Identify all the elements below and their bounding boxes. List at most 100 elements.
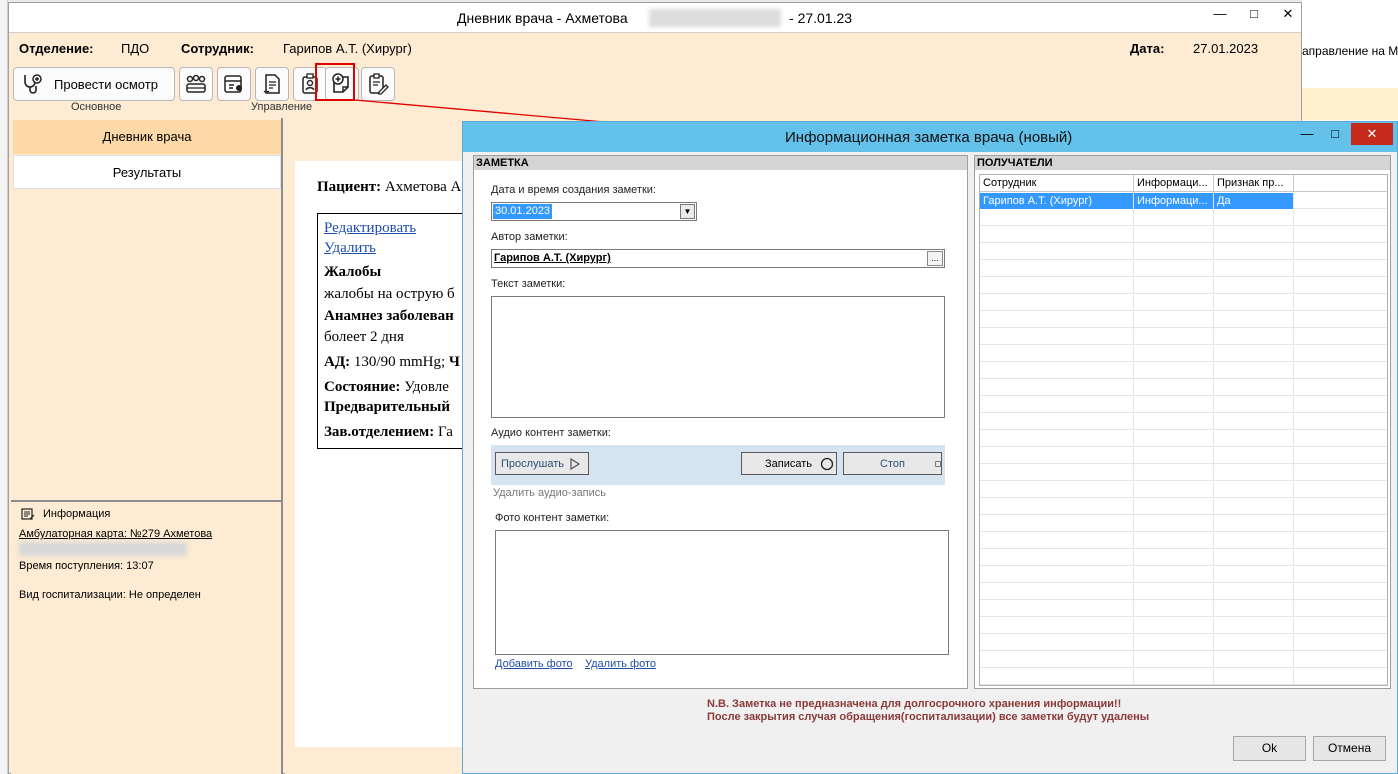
empty-grid-cell — [1134, 533, 1214, 549]
ambulatory-card-link[interactable]: Амбулаторная карта: №279 Ахметова — [19, 528, 212, 540]
empty-grid-cell — [1214, 380, 1294, 396]
stop-audio-label: Стоп — [880, 457, 905, 470]
delete-entry-link[interactable]: Удалить — [324, 240, 376, 257]
recipient-flag-cell: Да — [1214, 193, 1294, 209]
nav-item-results[interactable]: Результаты — [13, 155, 281, 189]
empty-grid-cell — [1214, 295, 1294, 311]
patient-card-button[interactable] — [217, 67, 251, 101]
recipient-employee-cell: Гарипов А.Т. (Хирург) — [980, 193, 1134, 209]
main-maximize-button[interactable]: □ — [1237, 3, 1271, 25]
empty-grid-cell — [1134, 652, 1214, 668]
empty-grid-row — [980, 329, 1387, 345]
main-close-button[interactable]: ✕ — [1271, 3, 1305, 25]
info-splitter[interactable] — [11, 500, 283, 502]
ok-button[interactable]: Ok — [1233, 736, 1306, 761]
column-header-flag[interactable]: Признак пр... — [1214, 175, 1294, 192]
recipients-panel: ПОЛУЧАТЕЛИ Сотрудник Информаци... Призна… — [974, 155, 1391, 689]
empty-grid-cell — [1214, 227, 1294, 243]
preliminary-label: Предварительный — [324, 399, 451, 415]
empty-grid-row — [980, 380, 1387, 396]
document-sign-button[interactable] — [255, 67, 289, 101]
chevron-down-icon[interactable]: ▼ — [680, 204, 695, 219]
cancel-button[interactable]: Отмена — [1313, 736, 1386, 761]
date-value: 27.01.2023 — [1193, 41, 1259, 56]
edit-entry-link[interactable]: Редактировать — [324, 220, 416, 237]
empty-grid-cell — [1294, 516, 1387, 532]
empty-grid-cell — [1134, 227, 1214, 243]
dialog-maximize-button[interactable]: □ — [1321, 123, 1349, 145]
column-header-employee[interactable]: Сотрудник — [980, 175, 1134, 192]
empty-grid-cell — [1134, 550, 1214, 566]
main-title-bar: Дневник врача - Ахметова - 27.01.23 — □ … — [9, 3, 1301, 33]
empty-grid-row — [980, 414, 1387, 430]
empty-grid-cell — [980, 244, 1134, 260]
note-date-picker[interactable]: 30.01.2023 ▼ — [491, 202, 697, 221]
empty-grid-cell — [980, 329, 1134, 345]
photo-content-area[interactable] — [495, 530, 949, 655]
admission-time: Время поступления: 13:07 — [19, 560, 154, 572]
stop-audio-button[interactable]: Стоп — [843, 452, 942, 475]
note-author-field[interactable]: Гарипов А.Т. (Хирург) ... — [491, 249, 945, 268]
recipients-section-title: ПОЛУЧАТЕЛИ — [975, 156, 1390, 170]
clipboard-edit-button[interactable] — [361, 67, 395, 101]
empty-grid-cell — [1214, 635, 1294, 651]
empty-grid-cell — [1294, 431, 1387, 447]
anamnesis-label: Анамнез заболеван — [324, 308, 454, 324]
empty-grid-cell — [1294, 244, 1387, 260]
empty-grid-cell — [980, 584, 1134, 600]
dialog-minimize-button[interactable]: — — [1293, 123, 1321, 145]
patients-group-button[interactable] — [179, 67, 213, 101]
empty-grid-row — [980, 346, 1387, 362]
empty-grid-row — [980, 227, 1387, 243]
play-audio-button[interactable]: Прослушать — [495, 452, 589, 475]
empty-grid-cell — [1294, 533, 1387, 549]
empty-grid-cell — [980, 380, 1134, 396]
warning-line-1: N.B. Заметка не предназначена для долгос… — [707, 698, 1122, 710]
redacted-info — [19, 542, 187, 556]
conduct-exam-button[interactable]: Провести осмотр — [13, 67, 175, 101]
author-browse-button[interactable]: ... — [927, 251, 943, 266]
note-text-input[interactable] — [491, 296, 945, 418]
note-text-label: Текст заметки: — [491, 278, 566, 290]
dialog-close-button[interactable]: ✕ — [1351, 123, 1393, 145]
empty-grid-cell — [980, 448, 1134, 464]
empty-grid-cell — [1134, 244, 1214, 260]
empty-grid-row — [980, 652, 1387, 668]
table-row[interactable]: Гарипов А.Т. (Хирург) Информаци... Да — [980, 193, 1387, 209]
empty-grid-cell — [1294, 550, 1387, 566]
empty-grid-cell — [1134, 465, 1214, 481]
complaints-value: жалобы на острую б — [324, 286, 455, 302]
record-audio-button[interactable]: Записать — [741, 452, 837, 475]
annotation-highlight-box — [315, 63, 355, 101]
column-header-info[interactable]: Информаци... — [1134, 175, 1214, 192]
nav-item-doctor-diary[interactable]: Дневник врача — [13, 120, 281, 154]
empty-grid-cell — [1214, 363, 1294, 379]
delete-audio-link[interactable]: Удалить аудио-запись — [493, 487, 606, 499]
state-line: Состояние: Удовле — [324, 379, 449, 395]
empty-grid-cell — [1134, 601, 1214, 617]
head-of-department-line: Зав.отделением: Га — [324, 424, 453, 440]
empty-grid-cell — [1214, 329, 1294, 345]
toolbar-group-main-label: Основное — [71, 101, 122, 113]
add-photo-link[interactable]: Добавить фото — [495, 658, 573, 670]
main-minimize-button[interactable]: — — [1203, 3, 1237, 25]
empty-grid-cell — [1294, 669, 1387, 685]
employee-value: Гарипов А.Т. (Хирург) — [283, 41, 412, 56]
delete-photo-link[interactable]: Удалить фото — [585, 658, 656, 670]
empty-grid-cell — [1214, 482, 1294, 498]
play-audio-label: Прослушать — [501, 457, 565, 470]
empty-grid-cell — [1214, 567, 1294, 583]
empty-grid-row — [980, 482, 1387, 498]
info-note-dialog: Информационная заметка врача (новый) — □… — [462, 121, 1398, 774]
note-section-title: ЗАМЕТКА — [474, 156, 967, 170]
blood-pressure-line: АД: 130/90 mmHg; Ч — [324, 354, 460, 370]
empty-grid-cell — [1294, 261, 1387, 277]
empty-grid-cell — [980, 346, 1134, 362]
empty-grid-cell — [1294, 210, 1387, 226]
photo-content-label: Фото контент заметки: — [495, 512, 610, 524]
empty-grid-cell — [1294, 601, 1387, 617]
stethoscope-icon — [24, 74, 42, 94]
patient-card-icon — [224, 75, 242, 93]
note-date-label: Дата и время создания заметки: — [491, 184, 656, 196]
empty-grid-cell — [980, 431, 1134, 447]
